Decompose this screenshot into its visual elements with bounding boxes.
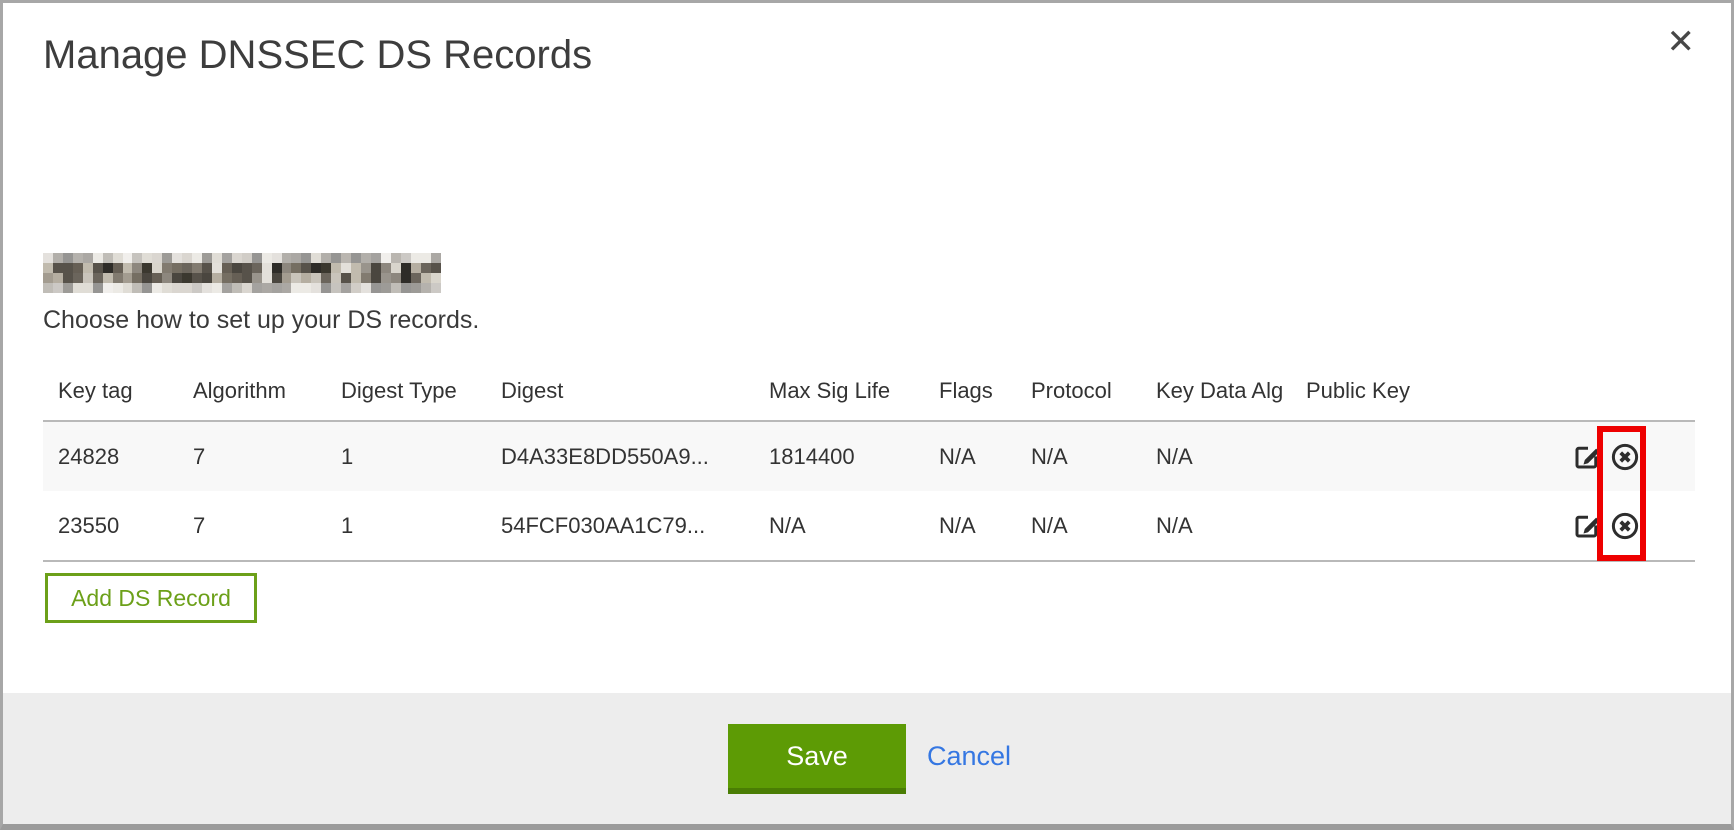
cell-key-data-alg: N/A bbox=[1141, 421, 1291, 491]
redacted-domain-name bbox=[43, 253, 441, 293]
col-header-protocol: Protocol bbox=[1016, 361, 1141, 421]
page-title: Manage DNSSEC DS Records bbox=[43, 33, 592, 78]
cell-protocol: N/A bbox=[1016, 421, 1141, 491]
col-header-flags: Flags bbox=[924, 361, 1016, 421]
cell-actions bbox=[1571, 491, 1695, 561]
cell-digest-type: 1 bbox=[326, 491, 486, 561]
cell-algorithm: 7 bbox=[178, 491, 326, 561]
table-header-row: Key tag Algorithm Digest Type Digest Max… bbox=[43, 361, 1695, 421]
col-header-digest: Digest bbox=[486, 361, 754, 421]
close-icon[interactable]: ✕ bbox=[1667, 25, 1696, 59]
cell-max-sig-life: 1814400 bbox=[754, 421, 924, 491]
cell-key-tag: 24828 bbox=[43, 421, 178, 491]
cancel-link[interactable]: Cancel bbox=[927, 741, 1011, 772]
edit-record-button[interactable] bbox=[1571, 441, 1603, 473]
cell-flags: N/A bbox=[924, 491, 1016, 561]
cell-protocol: N/A bbox=[1016, 491, 1141, 561]
delete-circle-x-icon bbox=[1610, 511, 1640, 541]
delete-circle-x-icon bbox=[1610, 442, 1640, 472]
ds-records-table: Key tag Algorithm Digest Type Digest Max… bbox=[43, 361, 1695, 562]
cell-key-tag: 23550 bbox=[43, 491, 178, 561]
col-header-actions bbox=[1571, 361, 1695, 421]
cell-public-key bbox=[1291, 491, 1571, 561]
cell-actions bbox=[1571, 421, 1695, 491]
col-header-key-tag: Key tag bbox=[43, 361, 178, 421]
col-header-key-data-alg: Key Data Alg bbox=[1141, 361, 1291, 421]
cell-public-key bbox=[1291, 421, 1571, 491]
cell-digest: 54FCF030AA1C79... bbox=[486, 491, 754, 561]
col-header-public-key: Public Key bbox=[1291, 361, 1571, 421]
col-header-digest-type: Digest Type bbox=[326, 361, 486, 421]
modal-footer: Save Cancel bbox=[3, 693, 1731, 824]
cell-max-sig-life: N/A bbox=[754, 491, 924, 561]
edit-record-button[interactable] bbox=[1571, 510, 1603, 542]
col-header-algorithm: Algorithm bbox=[178, 361, 326, 421]
cell-digest-type: 1 bbox=[326, 421, 486, 491]
delete-record-button[interactable] bbox=[1609, 510, 1641, 542]
cell-key-data-alg: N/A bbox=[1141, 491, 1291, 561]
delete-record-button[interactable] bbox=[1609, 441, 1641, 473]
save-button[interactable]: Save bbox=[728, 724, 906, 794]
table-row: 24828 7 1 D4A33E8DD550A9... 1814400 N/A … bbox=[43, 421, 1695, 491]
edit-pencil-icon bbox=[1572, 511, 1602, 541]
edit-pencil-icon bbox=[1572, 442, 1602, 472]
instruction-text: Choose how to set up your DS records. bbox=[43, 306, 479, 335]
cell-flags: N/A bbox=[924, 421, 1016, 491]
col-header-max-sig-life: Max Sig Life bbox=[754, 361, 924, 421]
cell-digest: D4A33E8DD550A9... bbox=[486, 421, 754, 491]
add-ds-record-button[interactable]: Add DS Record bbox=[45, 573, 257, 623]
table-row: 23550 7 1 54FCF030AA1C79... N/A N/A N/A … bbox=[43, 491, 1695, 561]
manage-dnssec-modal: Manage DNSSEC DS Records ✕ Choose how to… bbox=[0, 0, 1734, 830]
cell-algorithm: 7 bbox=[178, 421, 326, 491]
